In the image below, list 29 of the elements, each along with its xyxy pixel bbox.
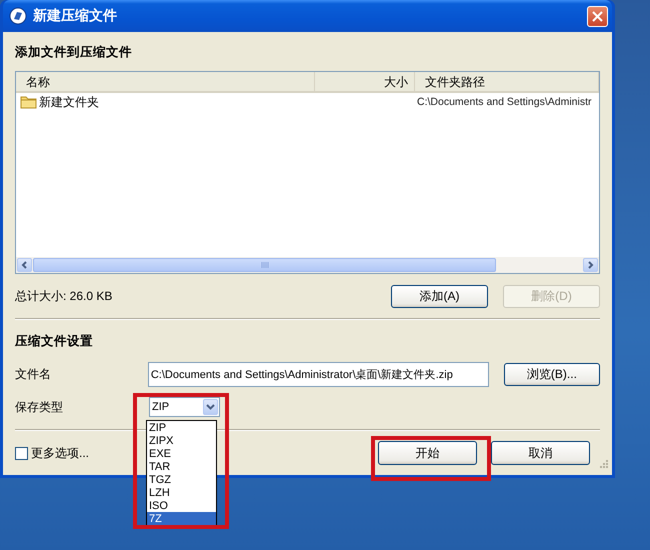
column-header[interactable]: 名称 [16,72,315,93]
total-size-label: 总计大小: 26.0 KB [15,288,114,304]
start-button[interactable]: 开始 [378,441,477,465]
close-button[interactable] [587,6,608,26]
scroll-thumb[interactable] [33,258,496,272]
field-label: 文件名 [15,366,52,382]
folder-path: C:\Documents and Settings\Administr [416,96,592,108]
section-title: 添加文件到压缩文件 [15,44,133,61]
browse-button[interactable]: 浏览(B)... [504,362,600,386]
horizontal-scrollbar[interactable] [16,257,599,273]
scroll-left-button[interactable] [17,258,32,272]
column-header[interactable]: 大小 [315,72,415,93]
scroll-right-button[interactable] [583,258,598,272]
grip-icon [260,262,268,268]
more-options-checkbox[interactable]: 更多选项... [15,444,90,462]
section-title: 压缩文件设置 [15,333,94,350]
field-label: 保存类型 [15,398,64,416]
add-button[interactable]: 添加(A) [391,284,488,308]
resize-grip-icon [598,458,609,469]
folder-icon [20,95,37,109]
window-title: 新建压缩文件 [33,7,118,25]
type-dropdown[interactable]: ZIP [149,397,220,417]
close-icon [592,10,603,22]
file-name[interactable]: 新建文件夹 [39,94,99,110]
app-icon [9,7,27,25]
column-header[interactable]: 文件夹路径 [415,72,599,93]
dropdown-option[interactable]: 7Z [147,512,216,525]
filename-field[interactable]: C:\Documents and Settings\Administrator\桌面\新建文件夹.zip [148,362,489,386]
cancel-button[interactable]: 取消 [491,441,590,465]
